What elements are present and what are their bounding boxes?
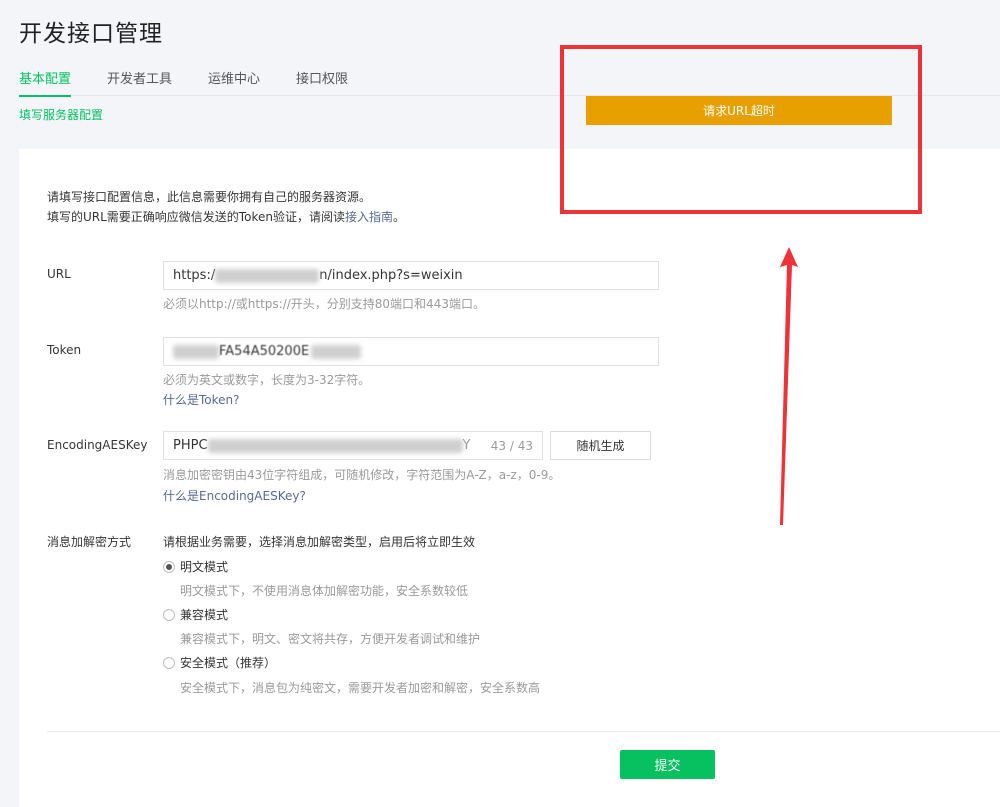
what-is-aeskey-link[interactable]: 什么是EncodingAESKey? — [163, 487, 306, 504]
secure-mode-desc: 安全模式下，消息包为纯密文，需要开发者加密和解密，安全系数高 — [180, 681, 541, 695]
radio-checked-icon — [163, 560, 175, 573]
redacted-blur — [215, 268, 320, 283]
intro-line-1: 请填写接口配置信息，此信息需要你拥有自己的服务器资源。 — [47, 190, 372, 204]
encryption-intro: 请根据业务需要，选择消息加解密类型，启用后将立即生效 — [163, 535, 476, 549]
token-hint: 必须为英文或数字，长度为3-32字符。 — [163, 373, 371, 387]
intro-line-2-prefix: 填写的URL需要正确响应微信发送的Token验证，请阅读 — [47, 210, 345, 224]
radio-unchecked-icon — [163, 656, 175, 669]
redacted-blur — [173, 344, 219, 359]
url-value-prefix: https:/ — [173, 268, 216, 283]
url-value-suffix: n/index.php?s=weixin — [319, 268, 463, 283]
aeskey-hint: 消息加密密钥由43位字符组成，可随机修改，字符范围为A-Z，a-z，0-9。 — [163, 468, 561, 482]
tab-api-permissions[interactable]: 接口权限 — [296, 70, 348, 96]
annotation-arrow-icon — [780, 247, 798, 525]
random-generate-button[interactable]: 随机生成 — [550, 431, 651, 460]
tab-basic-config[interactable]: 基本配置 — [19, 70, 72, 97]
token-value: FA54A50200E — [219, 344, 310, 359]
radio-unchecked-icon — [163, 608, 175, 621]
redacted-blur — [207, 438, 463, 453]
tab-ops-center[interactable]: 运维中心 — [208, 70, 260, 96]
url-input[interactable]: https:/ n/index.php?s=weixin — [163, 261, 659, 290]
tab-developer-tools[interactable]: 开发者工具 — [107, 70, 172, 96]
radio-label: 兼容模式 — [180, 608, 229, 622]
fill-server-config-link[interactable]: 填写服务器配置 — [19, 106, 103, 123]
intro-text: 请填写接口配置信息，此信息需要你拥有自己的服务器资源。 填写的URL需要正确响应… — [47, 187, 405, 227]
plaintext-mode-desc: 明文模式下，不使用消息体加解密功能，安全系数较低 — [180, 584, 469, 598]
submit-button[interactable]: 提交 — [620, 750, 715, 779]
radio-compatible-mode[interactable]: 兼容模式 — [163, 606, 228, 623]
encryption-label: 消息加解密方式 — [47, 535, 132, 549]
intro-line-2-suffix: 。 — [392, 210, 405, 224]
aeskey-counter: 43 / 43 — [490, 438, 533, 453]
divider — [47, 731, 1000, 732]
redacted-blur — [311, 344, 362, 359]
page-title: 开发接口管理 — [19, 21, 163, 47]
radio-label: 明文模式 — [180, 560, 229, 574]
aeskey-label: EncodingAESKey — [47, 438, 148, 452]
compatible-mode-desc: 兼容模式下，明文、密文将共存，方便开发者调试和维护 — [180, 632, 481, 646]
radio-secure-mode[interactable]: 安全模式（推荐） — [163, 654, 276, 671]
aeskey-value-suffix: Y — [462, 438, 471, 453]
aeskey-value-prefix: PHPC — [173, 438, 208, 453]
url-label: URL — [47, 267, 71, 281]
token-input[interactable]: FA54A50200E — [163, 337, 659, 366]
url-hint: 必须以http://或https://开头，分别支持80端口和443端口。 — [163, 297, 485, 311]
intro-line-2: 填写的URL需要正确响应微信发送的Token验证，请阅读接入指南。 — [47, 207, 405, 227]
aeskey-input[interactable]: PHPC Y 43 / 43 — [163, 431, 543, 460]
radio-label: 安全模式（推荐） — [180, 656, 277, 670]
what-is-token-link[interactable]: 什么是Token? — [163, 391, 240, 408]
annotation-highlight-box — [560, 45, 922, 214]
token-label: Token — [47, 343, 82, 357]
radio-plaintext-mode[interactable]: 明文模式 — [163, 558, 228, 575]
config-panel: 请填写接口配置信息，此信息需要你拥有自己的服务器资源。 填写的URL需要正确响应… — [19, 149, 1000, 807]
access-guide-link[interactable]: 接入指南 — [345, 210, 393, 224]
